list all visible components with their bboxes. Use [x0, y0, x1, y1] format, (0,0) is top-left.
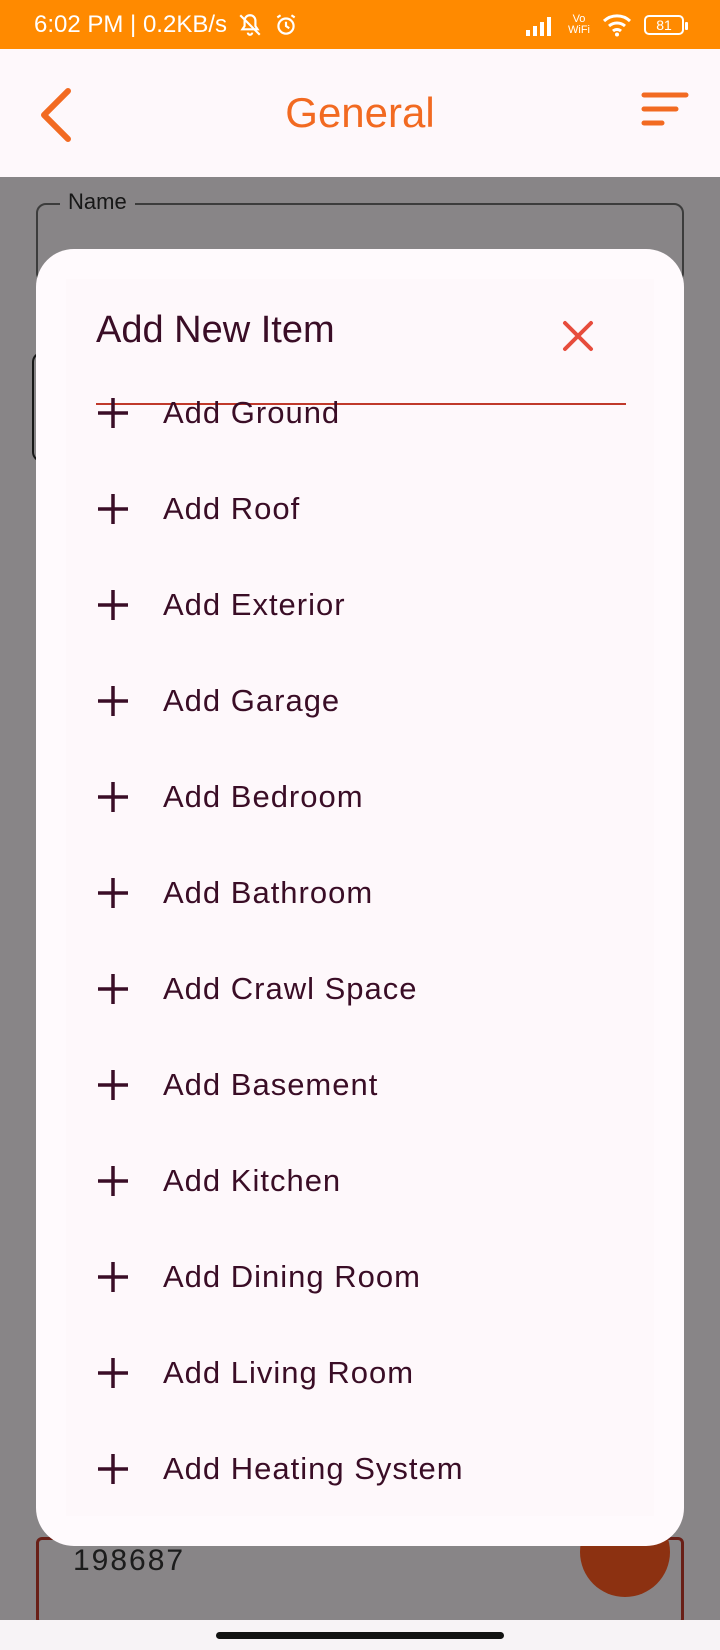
status-bar: 6:02 PM | 0.2KB/s Vo WiFi 81: [0, 0, 720, 49]
plus-icon: [98, 494, 128, 524]
battery-icon: 81: [644, 14, 688, 35]
mute-bell-icon: [239, 13, 261, 36]
status-right: Vo WiFi 81: [526, 12, 688, 37]
menu-item-add-dining-room[interactable]: Add Dining Room: [66, 1229, 654, 1325]
menu-item-add-bathroom[interactable]: Add Bathroom: [66, 845, 654, 941]
vowifi-indicator: Vo WiFi: [568, 12, 590, 36]
dialog-content: Add New Item Add Ground Add Roof Add Ext…: [66, 279, 654, 1516]
menu-item-add-crawl-space[interactable]: Add Crawl Space: [66, 941, 654, 1037]
plus-icon: [98, 590, 128, 620]
plus-icon: [98, 782, 128, 812]
menu-item-label: Add Exterior: [163, 587, 346, 622]
plus-icon: [98, 686, 128, 716]
menu-item-add-exterior[interactable]: Add Exterior: [66, 557, 654, 653]
wifi-icon: [602, 13, 632, 36]
status-left: 6:02 PM | 0.2KB/s: [34, 11, 299, 39]
chevron-left-icon[interactable]: [36, 85, 76, 145]
menu-item-add-bedroom[interactable]: Add Bedroom: [66, 749, 654, 845]
menu-item-add-roof[interactable]: Add Roof: [66, 461, 654, 557]
dialog-title: Add New Item: [96, 309, 335, 351]
menu-item-add-heating-system[interactable]: Add Heating System: [66, 1421, 654, 1517]
menu-item-label: Add Kitchen: [163, 1163, 342, 1198]
menu-item-add-ground[interactable]: Add Ground: [66, 365, 654, 461]
vowifi-bottom: WiFi: [568, 23, 590, 36]
menu-item-label: Add Bathroom: [163, 875, 374, 910]
sort-lines-icon[interactable]: [640, 89, 690, 133]
close-icon[interactable]: [561, 319, 595, 353]
plus-icon: [98, 398, 128, 428]
menu-item-label: Add Dining Room: [163, 1259, 421, 1294]
battery-level: 81: [656, 16, 672, 33]
menu-item-label: Add Garage: [163, 683, 341, 718]
alarm-icon: [276, 13, 296, 35]
menu-item-add-garage[interactable]: Add Garage: [66, 653, 654, 749]
menu-item-label: Add Heating System: [163, 1451, 464, 1486]
menu-item-label: Add Basement: [163, 1067, 379, 1102]
gesture-nav-area: [0, 1620, 720, 1650]
menu-item-label: Add Roof: [163, 491, 301, 526]
add-item-dialog: Add New Item Add Ground Add Roof Add Ext…: [36, 249, 684, 1546]
plus-icon: [98, 878, 128, 908]
signal-icon: [526, 16, 551, 36]
menu-item-label: Add Ground: [163, 395, 341, 430]
menu-item-label: Add Bedroom: [163, 779, 364, 814]
plus-icon: [98, 1070, 128, 1100]
menu-item-add-living-room[interactable]: Add Living Room: [66, 1325, 654, 1421]
menu-item-add-basement[interactable]: Add Basement: [66, 1037, 654, 1133]
menu-item-label: Add Crawl Space: [163, 971, 418, 1006]
home-gesture-handle[interactable]: [216, 1632, 504, 1639]
plus-icon: [98, 974, 128, 1004]
plus-icon: [98, 1358, 128, 1388]
menu-item-label: Add Living Room: [163, 1355, 415, 1390]
plus-icon: [98, 1166, 128, 1196]
add-item-list: Add Ground Add Roof Add Exterior Add Gar…: [66, 395, 654, 1517]
app-bar: General: [0, 49, 720, 177]
page-title: General: [285, 89, 435, 136]
plus-icon: [98, 1454, 128, 1484]
menu-item-add-kitchen[interactable]: Add Kitchen: [66, 1133, 654, 1229]
plus-icon: [98, 1262, 128, 1292]
vowifi-top: Vo: [572, 12, 586, 25]
status-time: 6:02 PM | 0.2KB/s: [34, 10, 227, 38]
